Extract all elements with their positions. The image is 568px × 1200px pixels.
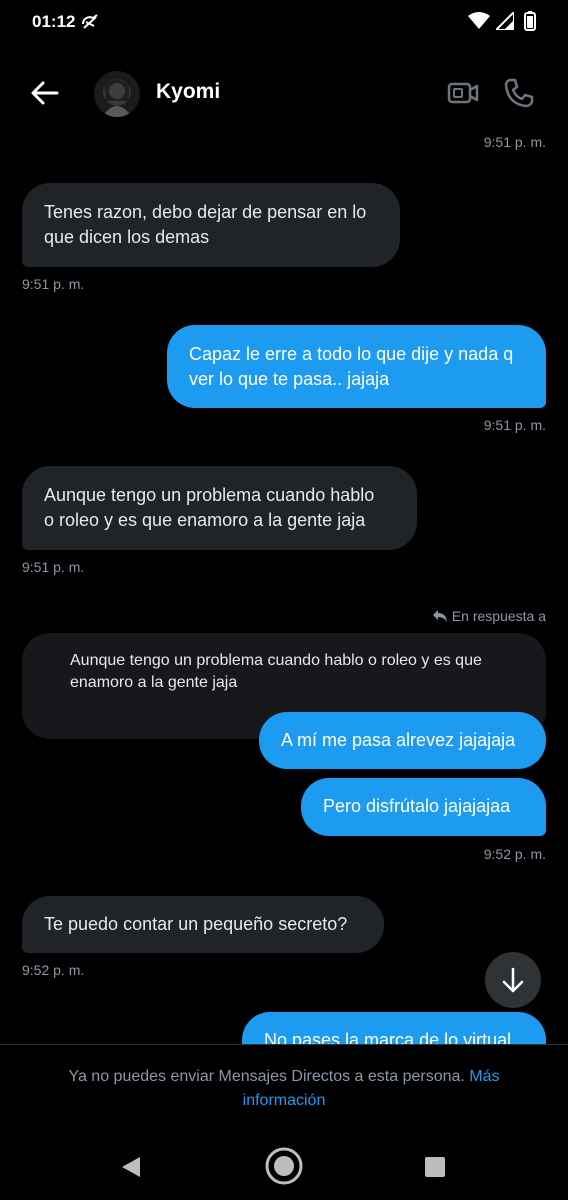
square-recents-icon bbox=[425, 1157, 445, 1177]
message-text: A mí me pasa alrevez jajajaja bbox=[281, 730, 516, 750]
message-text: o roleo y es que enamoro a la gente jaja bbox=[44, 510, 366, 530]
blocked-notice-text: Ya no puedes enviar Mensajes Directos a … bbox=[40, 1065, 528, 1113]
message-timestamp: 9:51 p. m. bbox=[483, 134, 546, 150]
blocked-notice: Ya no puedes enviar Mensajes Directos a … bbox=[0, 1044, 568, 1133]
nav-recents-button[interactable] bbox=[424, 1156, 446, 1183]
reply-arrow-icon bbox=[432, 610, 447, 622]
phone-icon bbox=[504, 78, 534, 108]
reply-indicator: En respuesta a bbox=[432, 608, 546, 624]
scroll-to-bottom-button[interactable] bbox=[485, 952, 541, 1008]
contact-name[interactable]: Kyomi bbox=[156, 80, 220, 104]
received-message[interactable]: Aunque tengo un problema cuando hablo o … bbox=[22, 466, 417, 550]
message-text: Capaz le erre a todo lo que dije y nada … bbox=[189, 344, 514, 364]
message-text: Te puedo contar un pequeño secreto? bbox=[44, 914, 348, 934]
nav-back-button[interactable] bbox=[118, 1154, 144, 1185]
status-bar: 01:12 bbox=[0, 0, 568, 44]
message-timestamp: 9:52 p. m. bbox=[483, 846, 546, 862]
message-list[interactable]: 9:51 p. m. Tenes razon, debo dejar de pe… bbox=[0, 132, 568, 1044]
voice-call-button[interactable] bbox=[502, 76, 536, 110]
wifi-icon bbox=[468, 12, 490, 35]
message-timestamp: 9:51 p. m. bbox=[483, 417, 546, 433]
message-text: ver lo que te pasa.. jajaja bbox=[189, 369, 390, 389]
sent-message[interactable]: A mí me pasa alrevez jajajaja bbox=[259, 712, 546, 769]
home-circle-icon bbox=[265, 1147, 303, 1185]
sent-message[interactable]: Capaz le erre a todo lo que dije y nada … bbox=[167, 325, 546, 408]
message-timestamp: 9:52 p. m. bbox=[22, 962, 85, 978]
message-text: que dicen los demas bbox=[44, 227, 210, 247]
back-button[interactable] bbox=[28, 78, 62, 108]
received-message[interactable]: Tenes razon, debo dejar de pensar en lo … bbox=[22, 183, 400, 267]
battery-icon bbox=[524, 11, 536, 36]
reply-label: En respuesta a bbox=[451, 608, 546, 624]
sent-message[interactable]: No pases la marca de lo virtual bbox=[242, 1012, 546, 1044]
conversation-header: Kyomi bbox=[0, 56, 568, 132]
message-text: Pero disfrútalo jajajajaa bbox=[323, 796, 511, 816]
message-timestamp: 9:51 p. m. bbox=[22, 559, 85, 575]
arrow-down-icon bbox=[502, 967, 524, 993]
avatar[interactable] bbox=[94, 71, 140, 117]
sent-message[interactable]: Pero disfrútalo jajajajaa bbox=[301, 778, 546, 836]
message-text: Tenes razon, debo dejar de pensar en lo bbox=[44, 202, 367, 222]
video-camera-icon bbox=[447, 82, 479, 104]
quoted-text: enamoro a la gente jaja bbox=[70, 674, 238, 691]
message-timestamp: 9:51 p. m. bbox=[22, 276, 85, 292]
system-navigation-bar bbox=[0, 1132, 568, 1200]
status-time: 01:12 bbox=[32, 12, 76, 31]
video-call-button[interactable] bbox=[446, 76, 480, 110]
notice-text: Ya no puedes enviar Mensajes Directos a … bbox=[68, 1068, 465, 1085]
quoted-text: Aunque tengo un problema cuando hablo o … bbox=[70, 652, 482, 669]
message-text: Aunque tengo un problema cuando hablo bbox=[44, 485, 375, 505]
message-text: No pases la marca de lo virtual bbox=[264, 1030, 512, 1044]
triangle-back-icon bbox=[122, 1157, 140, 1177]
signal-icon bbox=[493, 9, 515, 35]
notification-icon bbox=[80, 12, 100, 37]
arrow-left-icon bbox=[31, 81, 59, 105]
received-message[interactable]: Te puedo contar un pequeño secreto? bbox=[22, 896, 384, 953]
nav-home-button[interactable] bbox=[264, 1146, 304, 1191]
